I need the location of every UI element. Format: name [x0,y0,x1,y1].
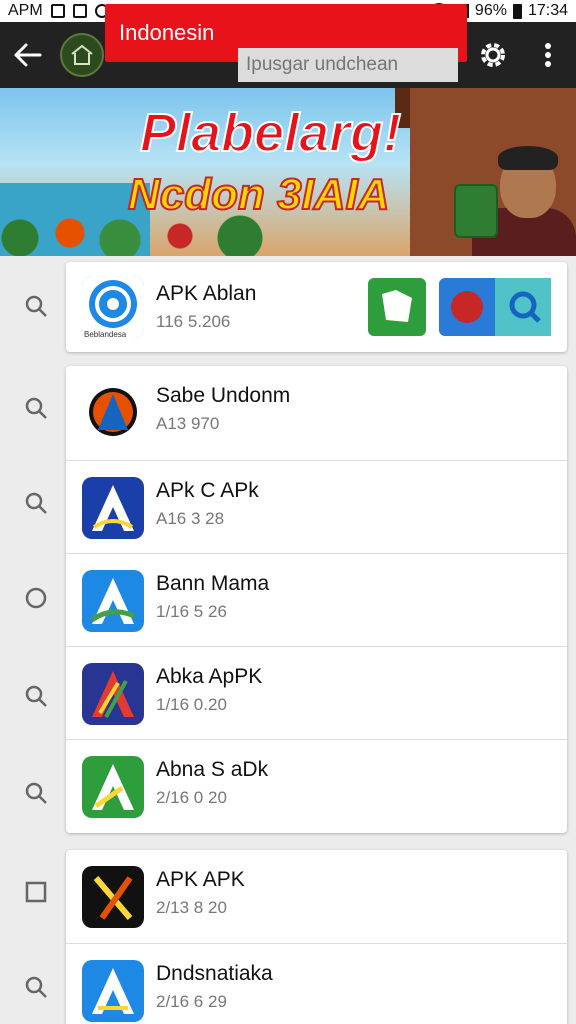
app-name: Bann Mama [156,572,270,595]
list-item[interactable]: APK APK 2/13 8 20 [66,850,567,944]
featured-app-card[interactable]: Beblandesa APK Ablan 116 5.206 [66,262,567,352]
search-icon[interactable] [22,394,50,422]
app-icon [82,570,144,632]
magnifier-icon [451,278,551,336]
search-input[interactable] [238,48,458,82]
list-item[interactable]: Dndsnatiaka 2/16 6 29 [66,944,567,1024]
banner-person-cap [498,146,558,170]
settings-button[interactable] [470,22,516,88]
banner-headline: Plabelarg! [139,102,402,164]
search-icon[interactable] [22,779,50,807]
app-name: Abna S aDk [156,758,269,781]
app-name: APk C APk [156,479,259,502]
map-icon [382,290,412,322]
app-icon [82,756,144,818]
app-icon [82,382,144,444]
app-logo[interactable] [60,33,104,77]
search-button[interactable] [439,278,551,336]
gear-icon [481,43,505,67]
carrier-label: APM [8,2,43,19]
promo-banner[interactable]: Plabelarg! Ncdon 3IAIA [0,88,576,256]
search-icon[interactable] [22,973,50,1001]
featured-app-icon [82,276,144,338]
app-icon [82,866,144,928]
battery-percent: 96% [474,2,507,19]
list-item[interactable]: Abka ApPK 1/16 0.20 [66,647,567,741]
app-name: Abka ApPK [156,665,263,688]
list-item[interactable]: Sabe Undonm A13 970 [66,366,567,460]
app-version: A16 3 28 [156,509,225,528]
battery-icon [512,3,522,19]
more-options-button[interactable] [528,22,568,88]
list-item[interactable]: Abna S aDk 2/16 0 20 [66,740,567,834]
circle-icon[interactable] [22,584,50,612]
app-version: 1/16 0.20 [156,695,227,714]
featured-app-version: 116 5.206 [156,312,231,331]
app-version: A13 970 [156,414,220,433]
app-icon [82,477,144,539]
app-list-secondary: APK APK 2/13 8 20 Dndsnatiaka 2/16 6 29 [66,850,567,1024]
image-notification-icon [50,4,65,18]
featured-app-name: APK Ablan [156,282,257,305]
house-icon [71,44,93,65]
more-vertical-icon [545,43,551,67]
map-button[interactable] [368,278,426,336]
arrow-left-icon [14,43,42,67]
app-version: 2/13 8 20 [156,898,227,917]
app-icon [82,960,144,1022]
app-list: Sabe Undonm A13 970 APk C APk A16 3 28 B… [66,366,567,833]
list-item[interactable]: Bann Mama 1/16 5 26 [66,554,567,648]
search-icon[interactable] [22,292,50,320]
banner-phone-icon [454,184,498,238]
list-item[interactable]: APk C APk A16 3 28 [66,461,567,555]
app-name: APK APK [156,868,245,891]
app-version: 1/16 5 26 [156,602,227,621]
search-icon[interactable] [22,489,50,517]
search-icon[interactable] [22,682,50,710]
app-title: Indonesin [119,20,215,45]
checkbox-icon[interactable] [22,878,50,906]
mail-notification-icon [72,4,87,18]
banner-subline: Ncdon 3IAIA [127,169,391,220]
back-button[interactable] [0,22,56,88]
clock: 17:34 [527,2,568,19]
app-version: 2/16 6 29 [156,992,227,1011]
app-version: 2/16 0 20 [156,788,227,807]
app-name: Sabe Undonm [156,384,291,407]
featured-icon-caption: Beblandesa [84,330,127,339]
app-icon [82,663,144,725]
app-name: Dndsnatiaka [156,962,273,985]
